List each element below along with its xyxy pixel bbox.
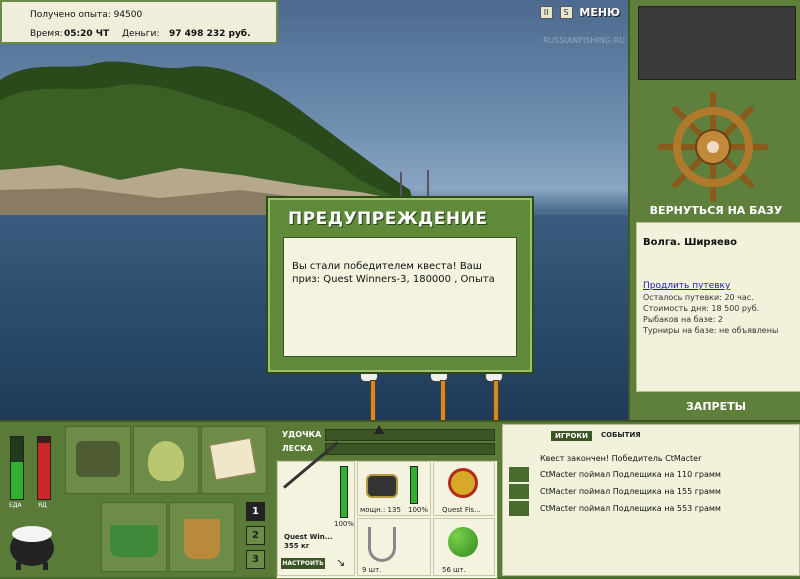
events-panel: ИГРОКИ СОБЫТИЯ Квест закончен! Победител…: [502, 424, 800, 576]
bottom-panel: ЕДА ЯД 1 2 3 УДОЧКА ЛЕСКА 100% Quest Win…: [0, 420, 800, 579]
tackle-panel: 100% Quest Win... 355 кг НАСТРОИТЬ ↘ мощ…: [276, 441, 498, 579]
tournaments: Турниры на базе: не объявлены: [643, 326, 779, 335]
arrow-icon: ↘: [336, 556, 346, 569]
bucket-icon: [184, 519, 220, 559]
quest-finished: Квест закончен! Победитель CtMacter: [540, 454, 702, 463]
poison-label: ЯД: [38, 502, 47, 509]
line-gauge: [325, 443, 495, 455]
extend-trip-link[interactable]: Продлить путевку: [643, 281, 730, 291]
fishing-rod[interactable]: [370, 380, 376, 420]
minimap-box: [638, 6, 796, 80]
time-label: Время:: [30, 29, 63, 39]
fish-icon: [509, 501, 529, 516]
top-toolbar: II S МЕНЮ: [539, 6, 620, 19]
line-gauge-label: ЛЕСКА: [282, 444, 313, 453]
trip-left: Осталось путевки: 20 час.: [643, 293, 754, 302]
reel-percent: 100%: [408, 506, 429, 514]
notebook-icon: [209, 437, 257, 481]
inventory-slot[interactable]: [169, 502, 235, 572]
back-to-base-button[interactable]: ВЕРНУТЬСЯ НА БАЗУ: [630, 204, 800, 217]
set-button-1[interactable]: 1: [246, 502, 265, 521]
fishing-rod[interactable]: [440, 380, 446, 420]
inventory-slot[interactable]: [101, 502, 167, 572]
rod-gauge-marker: [374, 425, 384, 434]
list-item: CtMacter поймал Подлещика на 155 грамм: [509, 484, 793, 501]
setup-button[interactable]: НАСТРОИТЬ: [281, 558, 325, 569]
rod-cell[interactable]: 100% Quest Win... 355 кг НАСТРОИТЬ ↘: [277, 441, 355, 576]
xp-label: Получено опыта: 94500: [30, 10, 143, 20]
reel-icon: [366, 474, 398, 498]
day-cost: Стоимость дня: 18 500 руб.: [643, 304, 760, 313]
tab-events[interactable]: СОБЫТИЯ: [601, 431, 641, 439]
bans-button[interactable]: ЗАПРЕТЫ: [630, 400, 800, 413]
hook-cell[interactable]: 9 шт.: [357, 518, 431, 576]
cooking-pot-icon[interactable]: [6, 516, 58, 572]
bait-cell[interactable]: 56 шт.: [433, 518, 495, 576]
money-label: Деньги:: [122, 29, 160, 39]
inventory-slot[interactable]: [133, 426, 199, 494]
hooks-count: 9 шт.: [362, 566, 382, 574]
food-label: ЕДА: [9, 502, 22, 509]
ship-wheel-icon[interactable]: [658, 92, 768, 202]
list-item: CtMacter поймал Подлещика на 110 грамм: [509, 467, 793, 484]
player-stats: Получено опыта: 94500 Время: 05:20 ЧТ Де…: [0, 0, 278, 44]
money-value: 97 498 232 руб.: [169, 29, 251, 39]
line-name: Quest Fis...: [442, 506, 481, 514]
settings-button[interactable]: S: [559, 6, 573, 19]
fish-icon: [509, 467, 529, 482]
food-bar: [10, 436, 24, 500]
rod-name: Quest Win...: [284, 533, 333, 541]
line-spool-icon: [448, 468, 478, 498]
poison-bar: [37, 436, 51, 500]
inventory-slot[interactable]: [65, 426, 131, 494]
reel-cell[interactable]: мощн.: 135 100%: [357, 461, 431, 516]
tower-icon: [400, 172, 402, 197]
reel-power: мощн.: 135: [360, 506, 401, 514]
right-panel: ВЕРНУТЬСЯ НА БАЗУ Волга. Ширяево Продлит…: [628, 0, 800, 420]
tab-players[interactable]: ИГРОКИ: [551, 431, 592, 441]
watermark: RUSSIANFISHING.RU: [543, 36, 625, 45]
location-title: Волга. Ширяево: [643, 237, 737, 248]
rod-strength-bar: [340, 466, 348, 518]
pause-button[interactable]: II: [539, 6, 553, 19]
peas-icon: [448, 527, 478, 557]
set-button-3[interactable]: 3: [246, 550, 265, 569]
bag-icon: [76, 441, 120, 477]
tower-icon: [427, 170, 429, 197]
fish-icon: [509, 484, 529, 499]
line-cell[interactable]: Quest Fis...: [433, 461, 495, 516]
rod-percent: 100%: [334, 520, 355, 528]
fishing-rod[interactable]: [493, 380, 499, 420]
dialog-title: ПРЕДУПРЕЖДЕНИЕ: [288, 209, 488, 229]
menu-button[interactable]: МЕНЮ: [579, 6, 620, 19]
dialog-message: Вы стали победителем квеста! Ваш приз: Q…: [283, 237, 517, 357]
fishers-count: Рыбаков на базе: 2: [643, 315, 723, 324]
inventory-slot[interactable]: [201, 426, 267, 494]
rod-gauge: [325, 429, 495, 441]
basket-icon: [110, 525, 158, 557]
warning-dialog[interactable]: ПРЕДУПРЕЖДЕНИЕ Вы стали победителем квес…: [268, 198, 532, 372]
bait-count: 56 шт.: [442, 566, 466, 574]
location-info: Волга. Ширяево Продлить путевку Осталось…: [636, 222, 800, 392]
hook-icon: [368, 527, 396, 562]
reel-strength-bar: [410, 466, 418, 504]
set-button-2[interactable]: 2: [246, 526, 265, 545]
time-value: 05:20 ЧТ: [64, 29, 110, 39]
sack-icon: [148, 441, 184, 481]
rod-weight: 355 кг: [284, 542, 310, 550]
rod-gauge-label: УДОЧКА: [282, 430, 322, 439]
list-item: CtMacter поймал Подлещика на 553 грамм: [509, 501, 793, 518]
